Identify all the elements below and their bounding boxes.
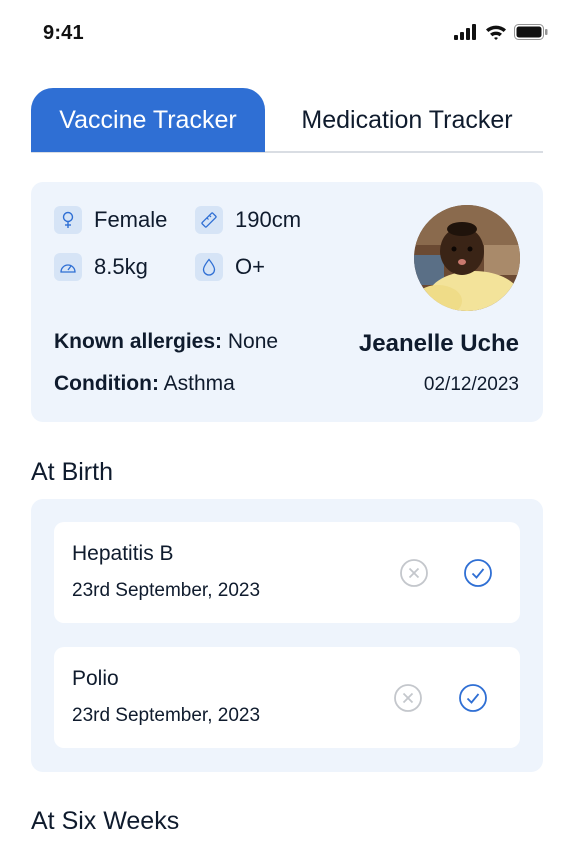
signal-icon (454, 24, 478, 45)
weight-attribute: 8.5kg (54, 253, 148, 281)
check-circle-icon (464, 559, 492, 587)
blood-type-attribute: O+ (195, 253, 265, 281)
patient-name: Jeanelle Uche (358, 330, 519, 357)
vaccine-card: Polio 23rd September, 2023 (54, 647, 520, 748)
gender-value: Female (94, 207, 168, 232)
condition-line: Condition: Asthma (54, 372, 235, 396)
vaccine-date: 23rd September, 2023 (72, 580, 261, 601)
patient-profile-card: Female 190cm 8.5kg O+ Known allergies: N… (31, 182, 543, 422)
allergies-value: None (227, 330, 279, 353)
reject-button[interactable] (399, 558, 429, 588)
scale-icon (54, 253, 82, 281)
condition-label: Condition: (54, 372, 159, 395)
female-icon (54, 206, 82, 234)
battery-icon (514, 24, 548, 45)
weight-value: 8.5kg (94, 254, 148, 279)
status-bar: 9:41 (0, 0, 572, 68)
height-value: 190cm (235, 207, 302, 232)
vaccine-name: Hepatitis B (72, 542, 174, 565)
ruler-icon (195, 206, 223, 234)
section-title-at-birth: At Birth (31, 458, 113, 486)
check-circle-icon (459, 684, 487, 712)
reject-button[interactable] (393, 683, 423, 713)
status-time: 9:41 (43, 22, 84, 44)
wifi-icon (485, 24, 507, 45)
tab-vaccine-tracker[interactable]: Vaccine Tracker (31, 88, 265, 152)
blood-drop-icon (195, 253, 223, 281)
condition-value: Asthma (163, 372, 235, 395)
blood-type-value: O+ (235, 254, 265, 279)
status-icons (454, 24, 548, 45)
height-attribute: 190cm (195, 206, 301, 234)
close-circle-icon (400, 559, 428, 587)
patient-date: 02/12/2023 (423, 374, 519, 395)
approve-button[interactable] (458, 683, 488, 713)
close-circle-icon (394, 684, 422, 712)
vaccine-name: Polio (72, 667, 119, 690)
vaccine-date: 23rd September, 2023 (72, 705, 261, 726)
allergies-line: Known allergies: None (54, 330, 278, 354)
vaccine-card: Hepatitis B 23rd September, 2023 (54, 522, 520, 623)
section-title-at-six-weeks: At Six Weeks (31, 807, 180, 835)
tracker-tabs: Vaccine Tracker Medication Tracker (31, 88, 543, 153)
approve-button[interactable] (463, 558, 493, 588)
gender-attribute: Female (54, 206, 167, 234)
vaccine-panel-at-birth: Hepatitis B 23rd September, 2023 Polio 2… (31, 499, 543, 772)
allergies-label: Known allergies: (54, 330, 223, 353)
avatar (414, 205, 520, 311)
tab-medication-tracker[interactable]: Medication Tracker (271, 88, 543, 152)
